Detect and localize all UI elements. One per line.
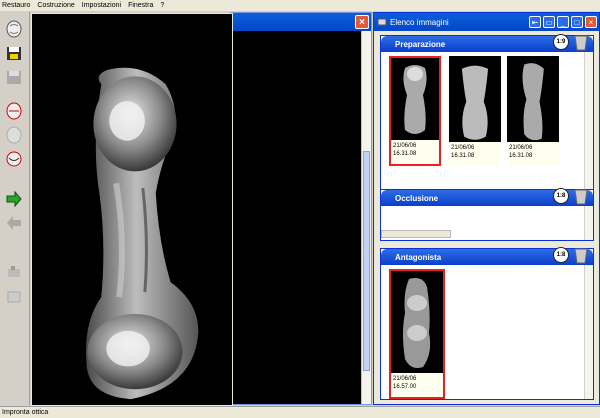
tooth-scan-button[interactable] [3,18,25,39]
thumbnail-card[interactable]: 21/06/06 16.57.00 [389,269,445,399]
empty-slot [381,230,451,238]
zoom-icon[interactable]: 1:8 [553,247,569,263]
disk-disabled-icon [7,70,21,84]
export-button[interactable] [3,286,25,307]
panel-header: Preparazione 1:9 [381,33,593,52]
thumbnail-image [403,278,431,368]
panel-title: Antagonista [395,252,442,262]
document-titlebar: × [231,13,371,31]
thumbnail-caption: 21/06/06 16.31.08 [507,142,559,166]
panel-scrollbar[interactable] [584,52,593,192]
tooth-red-icon [6,102,22,119]
image-list-titlebar: Elenco immagini ⇤ ▭ _ □ × [374,13,599,31]
thumbnail-card[interactable]: 21/06/06 16.31.08 [389,56,441,166]
thumbnail-caption: 21/06/06 16.31.08 [449,142,501,166]
status-text: Impronta ottica [2,409,49,416]
tooth-disabled-button[interactable] [3,124,25,145]
app-icon [377,18,387,26]
image-list-title: Elenco immagini [390,17,449,27]
back-button[interactable] [3,212,25,233]
scrollbar-thumb[interactable] [363,151,370,371]
tooth-pair-button[interactable] [3,148,25,169]
menu-help[interactable]: ? [160,0,164,11]
tooth-disabled-icon [6,126,22,143]
export-icon [7,291,21,302]
menu-impostazioni[interactable]: Impostazioni [82,0,121,11]
scan-viewer[interactable] [31,13,233,406]
tooth-restore-button[interactable] [3,100,25,121]
restore-icon[interactable]: ▭ [543,16,555,28]
document-scrollbar[interactable] [361,31,371,404]
menu-finestra[interactable]: Finestra [128,0,153,11]
thumbnail-image [403,65,427,134]
menu-bar: Restauro Costruzione Impostazioni Finest… [0,0,600,11]
trash-icon[interactable] [573,33,589,51]
close-icon[interactable]: × [585,16,597,28]
status-bar: Impronta ottica [0,406,600,418]
maximize-icon[interactable]: □ [571,16,583,28]
thumbnail-card[interactable]: 21/06/06 16.31.08 [507,56,559,166]
save-disabled-button[interactable] [3,66,25,87]
panel-content [381,206,593,240]
trash-icon[interactable] [573,187,589,205]
panel-occlusione: Occlusione 1:8 [380,187,594,241]
menu-restauro[interactable]: Restauro [2,0,30,11]
thumbnail-caption: 21/06/06 16.31.08 [391,140,439,164]
panel-scrollbar[interactable] [584,206,593,240]
scanner-button[interactable] [3,262,25,283]
panel-header: Occlusione 1:8 [381,187,593,206]
minimize-icon[interactable]: _ [557,16,569,28]
panel-antagonista: Antagonista 1:8 21/06/06 16.57.00 [380,246,594,400]
arrow-right-green-icon [6,190,22,207]
document-window: × [230,12,372,405]
thumbnail-card[interactable]: 21/06/06 16.31.08 [449,56,501,166]
pin-icon[interactable]: ⇤ [529,16,541,28]
close-icon[interactable]: × [355,15,369,29]
panel-content: 21/06/06 16.31.08 21/06/06 16.31.08 21/0… [381,52,593,192]
trash-icon[interactable] [573,246,589,264]
panel-title: Preparazione [395,39,446,49]
panel-title: Occlusione [395,193,439,203]
thumbnail-image [522,63,544,141]
zoom-icon[interactable]: 1:9 [553,34,569,50]
panel-scrollbar[interactable] [584,265,593,399]
tooth-scan-image [86,67,199,400]
tool-bar [0,12,30,405]
panel-content: 21/06/06 16.57.00 [381,265,593,399]
menu-costruzione[interactable]: Costruzione [37,0,74,11]
tooth-pair-icon [6,151,22,166]
panel-preparazione: Preparazione 1:9 21/06/06 16.31.08 21/06… [380,33,594,193]
next-button[interactable] [3,188,25,209]
thumbnail-image [461,65,489,140]
save-button[interactable] [3,42,25,63]
zoom-icon[interactable]: 1:8 [553,188,569,204]
scanner-icon [8,265,20,277]
save-disk-icon [7,46,21,60]
arrow-left-icon [7,215,21,230]
image-list-window: Elenco immagini ⇤ ▭ _ □ × Preparazione 1… [373,12,600,405]
panel-header: Antagonista 1:8 [381,246,593,265]
tooth-scan-icon [6,20,22,37]
thumbnail-caption: 21/06/06 16.57.00 [391,373,443,397]
